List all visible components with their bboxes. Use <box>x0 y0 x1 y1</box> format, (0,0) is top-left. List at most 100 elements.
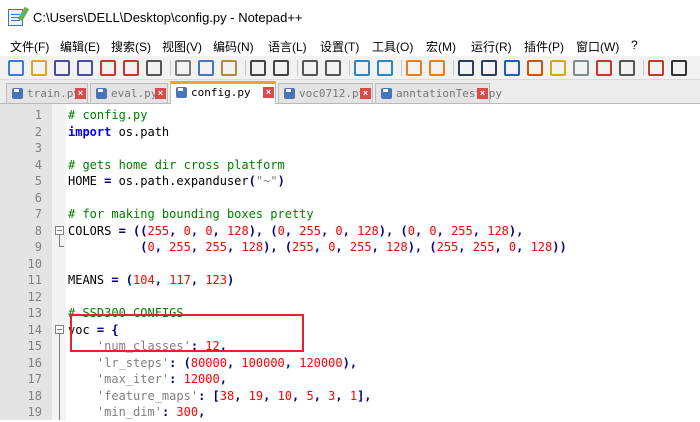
code-token: 80000 <box>190 355 227 370</box>
new-file-icon[interactable] <box>8 60 24 76</box>
menu-edit[interactable]: 编辑(E) <box>60 38 100 55</box>
code-line[interactable]: 8 COLORS = ((255, 0, 0, 128), (0, 255, 0,… <box>0 224 700 241</box>
code-text: MEANS = (104, 117, 123) <box>68 273 234 287</box>
show-all-chars-icon[interactable] <box>481 60 497 76</box>
toolbar-separator <box>349 60 350 76</box>
code-token: , <box>190 223 206 238</box>
code-token: ), ( <box>378 223 408 238</box>
code-token: 0 <box>205 223 213 238</box>
tab-bar: train.py × eval.py × config.py × voc0712.py × an… <box>0 80 700 104</box>
menu-tools[interactable]: 工具(O) <box>372 38 413 55</box>
menu-file[interactable]: 文件(F) <box>10 38 49 55</box>
line-number: 10 <box>27 256 42 271</box>
code-line[interactable]: 2 import os.path <box>0 125 700 142</box>
code-token: )) <box>552 240 567 254</box>
line-number: 15 <box>27 339 42 353</box>
code-line[interactable]: 10 <box>0 257 700 274</box>
zoom-in-icon[interactable] <box>354 60 370 76</box>
replace-icon[interactable] <box>325 60 341 76</box>
code-line[interactable]: 9 (0, 255, 255, 128), (255, 0, 255, 128)… <box>0 240 700 257</box>
window-title: C:\Users\DELL\Desktop\config.py - Notepa… <box>33 10 303 25</box>
line-number: 9 <box>34 240 42 254</box>
code-token: 0 <box>183 223 191 238</box>
save-icon[interactable] <box>54 60 70 76</box>
code-line[interactable]: 19 'min_dim': 300, <box>0 405 700 422</box>
function-list-icon[interactable] <box>573 60 589 76</box>
open-file-icon[interactable] <box>31 60 47 76</box>
code-line[interactable]: 17 'max_iter': 12000, <box>0 372 700 389</box>
code-line[interactable]: 18 'feature_maps': [38, 19, 10, 5, 3, 1]… <box>0 389 700 406</box>
code-token: ), ( <box>248 223 278 238</box>
zoom-out-icon[interactable] <box>377 60 393 76</box>
menu-search[interactable]: 搜索(S) <box>111 38 151 55</box>
code-token: 'min_dim' <box>96 405 162 419</box>
tab-close-icon[interactable]: × <box>360 88 371 99</box>
code-line[interactable]: 6 <box>0 191 700 208</box>
line-number: 18 <box>27 388 42 403</box>
fold-collapse-icon[interactable] <box>55 226 64 235</box>
line-number: 17 <box>27 372 42 386</box>
tab-close-icon[interactable]: × <box>263 87 274 98</box>
language-icon[interactable] <box>527 60 543 76</box>
record-macro-icon[interactable] <box>648 60 664 76</box>
code-line[interactable]: 12 <box>0 290 700 307</box>
monitor-icon[interactable] <box>619 60 635 76</box>
code-token: , <box>284 355 300 370</box>
fold-collapse-icon[interactable] <box>55 325 64 334</box>
find-icon[interactable] <box>302 60 318 76</box>
toolbar-separator <box>245 60 246 76</box>
menu-window[interactable]: 窗口(W) <box>576 38 619 55</box>
paste-icon[interactable] <box>221 60 237 76</box>
code-token: 255 <box>205 240 227 254</box>
tab-close-icon[interactable]: × <box>155 88 166 99</box>
menu-run[interactable]: 运行(R) <box>471 38 512 55</box>
menu-settings[interactable]: 设置(T) <box>320 38 359 55</box>
tab-train-py[interactable]: train.py × <box>6 83 88 103</box>
menu-view[interactable]: 视图(V) <box>162 38 202 55</box>
tab-anntationTest-py[interactable]: anntationTest.py × <box>375 83 502 103</box>
code-line[interactable]: 16 'lr_steps': (80000, 100000, 120000), <box>0 356 700 373</box>
menu-plugins[interactable]: 插件(P) <box>524 38 564 55</box>
code-token: : ( <box>169 355 191 370</box>
copy-icon[interactable] <box>198 60 214 76</box>
sync-horizontal-icon[interactable] <box>429 60 445 76</box>
title-bar[interactable]: C:\Users\DELL\Desktop\config.py - Notepa… <box>0 0 700 36</box>
tab-voc0712-py[interactable]: voc0712.py × <box>278 83 373 103</box>
code-line[interactable]: 11 MEANS = (104, 117, 123) <box>0 273 700 290</box>
menu-help[interactable]: ? <box>631 38 638 52</box>
close-all-icon[interactable] <box>123 60 139 76</box>
menu-macro[interactable]: 宏(M) <box>426 38 456 55</box>
code-token: , <box>292 388 307 403</box>
tab-close-icon[interactable]: × <box>477 88 488 99</box>
cut-icon[interactable] <box>175 60 191 76</box>
code-line[interactable]: 5 HOME = os.path.expanduser("~") <box>0 174 700 191</box>
close-icon[interactable] <box>100 60 116 76</box>
code-line[interactable]: 1 # config.py <box>0 108 700 125</box>
undo-icon[interactable] <box>250 60 266 76</box>
word-wrap-icon[interactable] <box>458 60 474 76</box>
code-token: ], <box>357 388 372 403</box>
menu-language[interactable]: 语言(L) <box>268 38 307 55</box>
redo-icon[interactable] <box>273 60 289 76</box>
folder-workspace-icon[interactable] <box>596 60 612 76</box>
code-line[interactable]: 7 # for making bounding boxes pretty <box>0 207 700 224</box>
tab-eval-py[interactable]: eval.py × <box>90 83 168 103</box>
doc-map-icon[interactable] <box>550 60 566 76</box>
code-token: "~" <box>255 174 278 188</box>
sync-vertical-icon[interactable] <box>406 60 422 76</box>
line-number: 19 <box>27 405 42 419</box>
code-line[interactable]: 3 <box>0 141 700 158</box>
tab-config-py[interactable]: config.py × <box>170 81 276 104</box>
code-line[interactable]: 4 # gets home dir cross platform <box>0 158 700 175</box>
save-all-icon[interactable] <box>77 60 93 76</box>
tab-close-icon[interactable]: × <box>75 88 86 99</box>
code-token: , <box>212 223 227 238</box>
stop-macro-icon[interactable] <box>671 60 687 76</box>
print-icon[interactable] <box>146 60 162 76</box>
menu-encoding[interactable]: 编码(N) <box>213 38 254 55</box>
code-editor[interactable]: 1 # config.py 2 import os.path 3 4 # gets home… <box>0 104 700 420</box>
line-number: 6 <box>34 190 42 205</box>
indent-guide-icon[interactable] <box>504 60 520 76</box>
code-token: , <box>284 223 300 238</box>
